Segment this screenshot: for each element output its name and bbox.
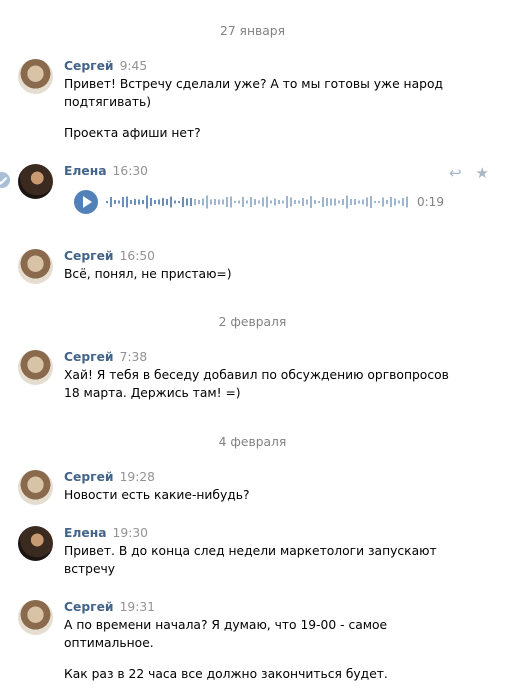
avatar[interactable] (18, 59, 53, 94)
message-time[interactable]: 7:38 (120, 350, 148, 364)
message-text: А по времени начала? Я думаю, что 19-00 … (64, 618, 392, 650)
avatar[interactable] (18, 350, 53, 385)
message-text: Всё, понял, не пристаю=) (64, 267, 232, 281)
message-text: Привет. В до конца след недели маркетоло… (64, 544, 441, 576)
message-time[interactable]: 19:31 (120, 600, 155, 614)
message-author[interactable]: Сергей 19:28 (64, 470, 155, 484)
message-time[interactable]: 16:50 (120, 249, 155, 263)
reply-icon[interactable]: ↩ (449, 164, 462, 182)
avatar[interactable] (18, 600, 53, 635)
date-separator: 4 февраля (218, 435, 287, 449)
audio-player[interactable]: 0:19 (74, 190, 454, 214)
message-author[interactable]: Сергей 19:31 (64, 600, 155, 614)
message-author[interactable]: Елена 16:30 (64, 164, 148, 178)
message-text: Хай! Я тебя в беседу добавил по обсужден… (64, 368, 453, 400)
message-author[interactable]: Сергей 9:45 (64, 59, 147, 73)
avatar[interactable] (18, 249, 53, 284)
message-text: Новости есть какие-нибудь? (64, 488, 250, 502)
message-time[interactable]: 16:30 (113, 164, 148, 178)
audio-duration: 0:19 (417, 195, 444, 209)
avatar[interactable] (18, 470, 53, 505)
avatar[interactable] (18, 164, 53, 199)
message-time[interactable]: 9:45 (120, 59, 148, 73)
date-separator: 27 января (220, 24, 285, 38)
message-author[interactable]: Сергей 7:38 (64, 350, 147, 364)
message-time[interactable]: 19:28 (120, 470, 155, 484)
avatar[interactable] (18, 526, 53, 561)
message-actions: ↩ ★ (449, 164, 489, 182)
message-author[interactable]: Сергей 16:50 (64, 249, 155, 263)
message-time[interactable]: 19:30 (113, 526, 148, 540)
star-icon[interactable]: ★ (476, 164, 489, 182)
audio-waveform[interactable] (106, 190, 410, 214)
message-text: Проекта афиши нет? (64, 126, 201, 140)
message-author[interactable]: Елена 19:30 (64, 526, 148, 540)
date-separator: 2 февраля (218, 315, 287, 329)
play-icon[interactable] (74, 190, 98, 214)
message-text: Как раз в 22 часа все должно закончиться… (64, 667, 388, 681)
check-icon (0, 172, 10, 188)
message-text: Привет! Встречу сделали уже? А то мы гот… (64, 77, 447, 109)
